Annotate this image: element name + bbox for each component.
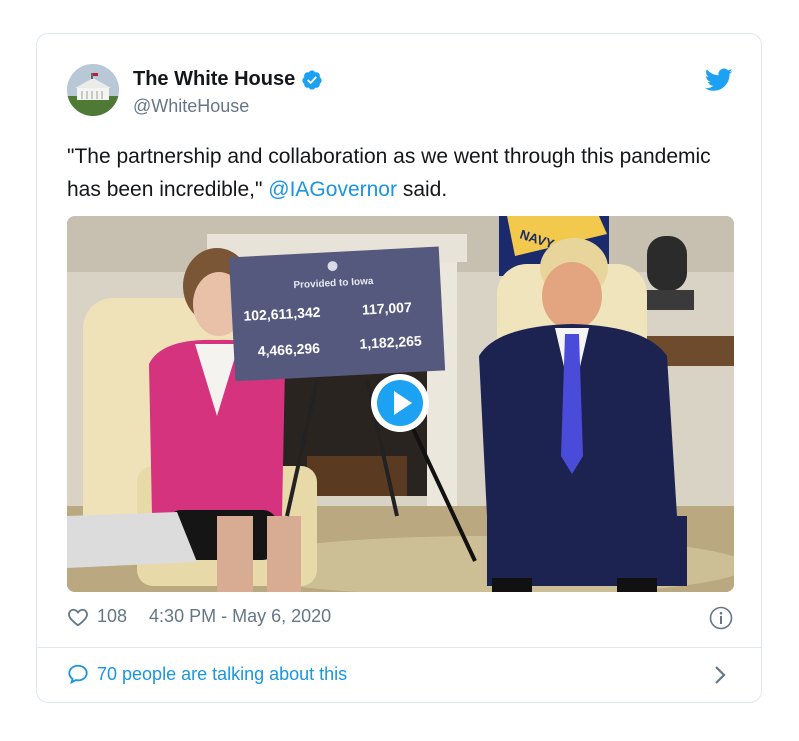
video-thumbnail[interactable]: NAVY Provided to Iowa 102,611,342 117,00… [67,216,734,592]
tweet-text-tail: said. [402,178,448,201]
divider [37,647,761,648]
white-house-avatar-image [67,64,119,116]
talking-about-label: 70 people are talking about this [97,663,348,684]
chevron-right-icon[interactable] [713,664,727,686]
twitter-bird-icon[interactable] [705,68,733,92]
heart-icon[interactable] [67,607,89,627]
author-name-text: The White House [133,68,296,90]
tweet-card[interactable]: The White House @WhiteHouse "The partner… [36,33,762,703]
sign-value-3: 4,466,296 [257,340,320,359]
speech-bubble-icon [68,664,88,685]
sign-value-2: 117,007 [362,299,413,318]
provided-to-iowa-sign: Provided to Iowa 102,611,342 117,007 4,4… [228,246,446,382]
sign-value-4: 1,182,265 [359,333,422,352]
like-count[interactable]: 108 [97,606,127,627]
author-handle[interactable]: @WhiteHouse [133,96,249,117]
verified-badge-icon [302,69,322,90]
mention-link[interactable]: @IAGovernor [268,178,397,201]
talking-about-link[interactable]: 70 people are talking about this [67,663,347,685]
author-avatar[interactable] [67,64,119,116]
tweet-timestamp[interactable]: 4:30 PM - May 6, 2020 [149,606,331,627]
tweet-text: "The partnership and collaboration as we… [67,140,727,206]
info-icon[interactable] [709,606,733,630]
tweet-meta: 108 4:30 PM - May 6, 2020 [67,606,331,627]
author-name[interactable]: The White House [133,68,323,91]
play-icon[interactable] [370,373,430,433]
